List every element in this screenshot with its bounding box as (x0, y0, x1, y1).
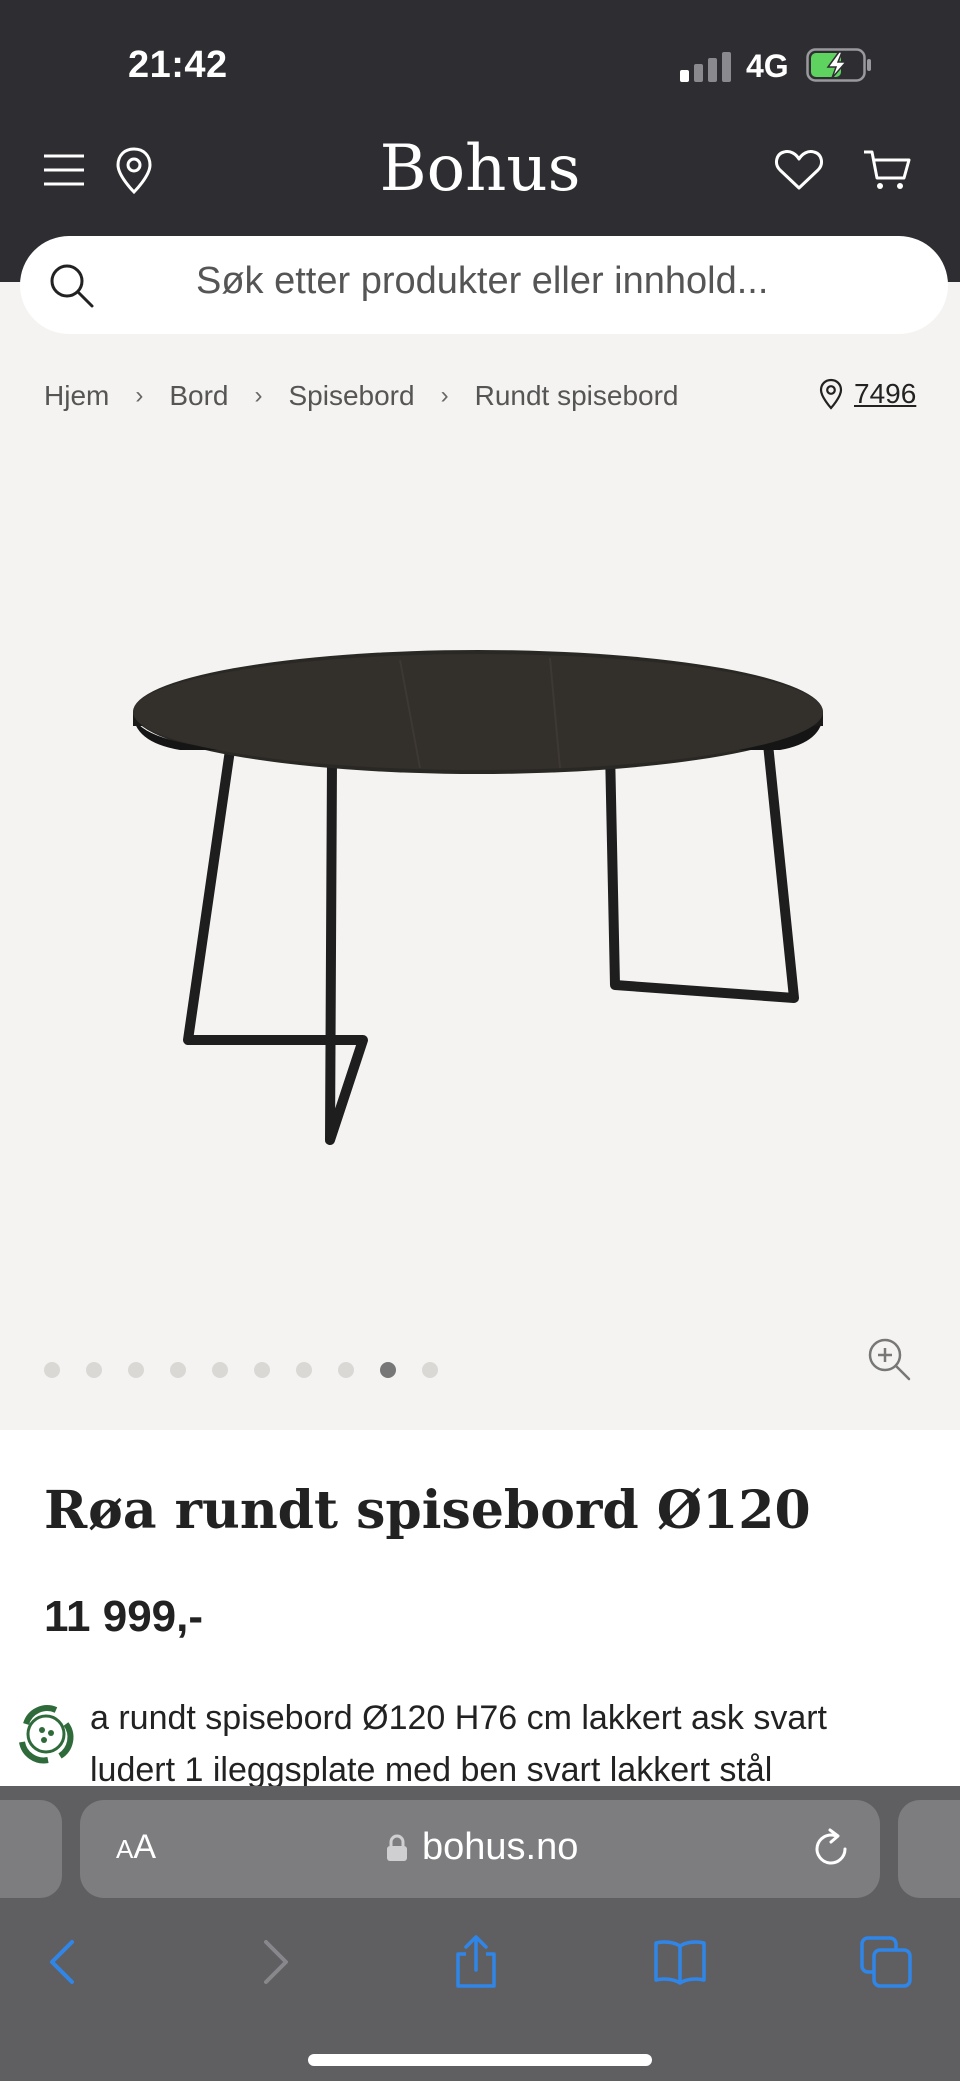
breadcrumb-item-round-dining-table[interactable]: Rundt spisebord (475, 380, 679, 412)
gallery-dot[interactable] (44, 1362, 60, 1378)
tabs-icon[interactable] (858, 1934, 914, 1990)
share-icon[interactable] (448, 1934, 504, 1990)
gallery-dot[interactable] (296, 1362, 312, 1378)
gallery-dot-active[interactable] (380, 1362, 396, 1378)
zoom-in-icon[interactable] (866, 1336, 912, 1382)
breadcrumb-item-home[interactable]: Hjem (44, 380, 109, 412)
location-pin-icon (819, 378, 843, 410)
product-title: Røa rundt spisebord Ø120 (44, 1480, 811, 1541)
store-selector[interactable]: 7496 (818, 378, 916, 410)
breadcrumb: Hjem › Bord › Spisebord › Rundt spisebor… (44, 380, 679, 412)
gallery-dot[interactable] (128, 1362, 144, 1378)
gallery-dot[interactable] (338, 1362, 354, 1378)
description-line: a rundt spisebord Ø120 H76 cm lakkert as… (90, 1699, 827, 1737)
gallery-dot[interactable] (254, 1362, 270, 1378)
chevron-right-icon: › (135, 382, 144, 409)
signal-strength-icon (680, 50, 732, 82)
address-bar[interactable]: AAAA bohus.no (80, 1800, 880, 1898)
gallery-dot[interactable] (212, 1362, 228, 1378)
product-image[interactable] (120, 650, 840, 1170)
browser-toolbar: AAAA bohus.no (0, 1786, 960, 2081)
eco-recycle-badge-icon[interactable] (14, 1702, 78, 1766)
previous-tab-preview[interactable] (0, 1800, 62, 1898)
battery-charging-icon (806, 48, 871, 82)
status-time: 21:42 (128, 44, 228, 86)
back-arrow-icon[interactable] (36, 1934, 92, 1990)
search-icon (50, 264, 94, 308)
lock-icon (387, 1834, 407, 1861)
reader-settings-button[interactable]: AAAA (116, 1828, 156, 1867)
home-indicator (308, 2054, 652, 2066)
product-price: 11 999,- (44, 1592, 204, 1641)
network-type: 4G (746, 48, 789, 84)
product-info: Røa rundt spisebord Ø120 11 999,- a rund… (0, 1430, 960, 1790)
gallery-dot[interactable] (422, 1362, 438, 1378)
gallery-dot[interactable] (170, 1362, 186, 1378)
reload-icon[interactable] (810, 1828, 852, 1870)
gallery-pagination (44, 1362, 464, 1378)
breadcrumb-item-table[interactable]: Bord (169, 380, 228, 412)
chevron-right-icon: › (440, 382, 449, 409)
chevron-right-icon: › (254, 382, 263, 409)
url-text[interactable]: bohus.no (422, 1826, 578, 1869)
next-tab-preview[interactable] (898, 1800, 960, 1898)
store-number[interactable]: 7496 (854, 378, 916, 410)
cart-icon[interactable] (862, 148, 912, 192)
forward-arrow-icon[interactable] (246, 1934, 302, 1990)
search-bar[interactable]: Søk etter produkter eller innhold... (20, 236, 948, 334)
gallery-dot[interactable] (86, 1362, 102, 1378)
wishlist-heart-icon[interactable] (774, 148, 824, 192)
product-description: a rundt spisebord Ø120 H76 cm lakkert as… (90, 1692, 940, 1796)
search-input[interactable]: Søk etter produkter eller innhold... (196, 260, 768, 303)
breadcrumb-item-dining-table[interactable]: Spisebord (289, 380, 415, 412)
bookmarks-icon[interactable] (652, 1934, 708, 1990)
